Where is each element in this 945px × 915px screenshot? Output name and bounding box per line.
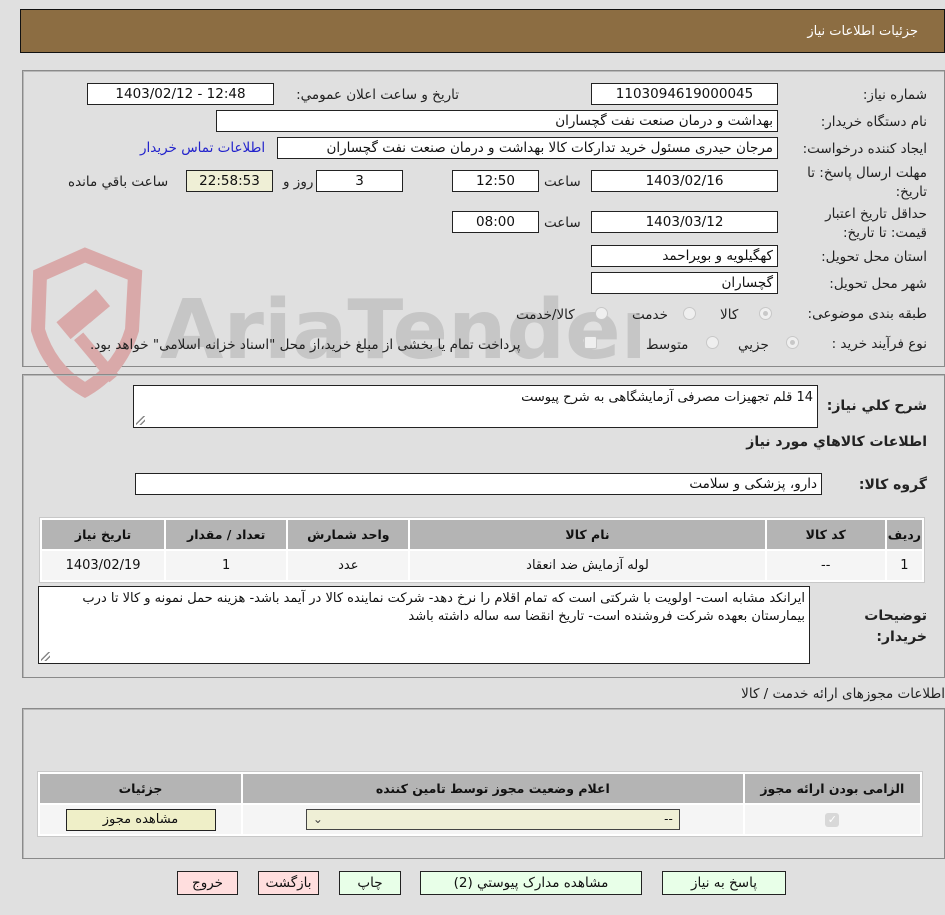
col-unit: واحد شمارش [288, 520, 409, 549]
validity-label: حداقل تاریخ اعتبار قیمت: تا تاریخ: [825, 206, 927, 241]
permits-table: الزامی بودن ارائه مجوز اعلام وضعیت مجوز … [37, 771, 923, 837]
buyer-notes-text: ایرانکد مشابه است- اولویت با شرکتی است ک… [82, 591, 805, 624]
permit-status-value: -- [664, 812, 673, 826]
cell-quantity: 1 [166, 551, 287, 580]
category-goods-label: کالا [720, 307, 739, 323]
province-field: کهگیلویه و بویراحمد [591, 245, 778, 267]
col-code: کد کالا [766, 520, 885, 549]
back-button[interactable]: بازگشت [258, 871, 319, 895]
announce-field: 1403/02/12 - 12:48 [87, 83, 274, 105]
cell-row: 1 [886, 551, 922, 580]
reply-button[interactable]: پاسخ به نیاز [662, 871, 786, 895]
process-radio-minor[interactable] [786, 336, 799, 349]
category-service-label: خدمت [632, 307, 668, 323]
deadline-time-field: 12:50 [452, 170, 539, 192]
province-label: استان محل تحویل: [821, 249, 927, 265]
permit-status-select[interactable]: ⌄ -- [305, 809, 680, 830]
deadline-label: مهلت ارسال پاسخ: تا تاریخ: [807, 165, 927, 200]
need-number-field: 1103094619000045 [591, 83, 778, 105]
chevron-down-icon: ⌄ [312, 812, 323, 826]
permit-details-cell: مشاهده مجوز [40, 805, 242, 834]
goods-info-title: اطلاعات کالاهاي مورد نیاز [746, 434, 927, 450]
col-name: نام کالا [410, 520, 765, 549]
col-quantity: تعداد / مقدار [166, 520, 287, 549]
view-permit-button[interactable]: مشاهده مجوز [65, 808, 216, 831]
category-label: طبقه بندی موضوعی: [807, 306, 927, 322]
permit-row: ✓ ⌄ -- مشاهده مجوز [40, 805, 920, 834]
need-number-label: شماره نیاز: [862, 87, 927, 103]
buyer-notes-textarea[interactable]: ایرانکد مشابه است- اولویت با شرکتی است ک… [38, 586, 810, 664]
validity-date-field: 1403/03/12 [591, 211, 778, 233]
table-row: 1 -- لوله آزمایش ضد انعقاد عدد 1 1403/02… [42, 551, 922, 580]
goods-table: ردیف کد کالا نام کالا واحد شمارش تعداد /… [39, 517, 925, 583]
process-minor-label: جزيي [738, 337, 769, 353]
time-remaining-field: 22:58:53 [186, 170, 273, 192]
col-permit-required: الزامی بودن ارائه مجوز [744, 774, 920, 803]
deadline-time-label: ساعت [544, 174, 581, 190]
col-permit-details: جزئیات [40, 774, 242, 803]
days-label: روز و [283, 174, 314, 190]
buyer-notes-label: توضیحات خریدار: [864, 608, 927, 645]
validity-time-field: 08:00 [452, 211, 539, 233]
goods-group-label: گروه کالا: [858, 477, 927, 493]
treasury-checkbox[interactable] [584, 336, 597, 349]
col-permit-status: اعلام وضعیت مجوز توسط تامین کننده [243, 774, 743, 803]
requester-label: ایجاد کننده درخواست: [802, 141, 927, 157]
buyer-org-label: نام دستگاه خریدار: [820, 114, 927, 130]
category-radio-service[interactable] [683, 307, 696, 320]
buyer-contact-link[interactable]: اطلاعات تماس خریدار [140, 140, 265, 156]
print-button[interactable]: چاپ [339, 871, 401, 895]
permit-required-cell: ✓ [744, 805, 920, 834]
process-label: نوع فرآیند خرید : [831, 336, 927, 352]
permits-title: اطلاعات مجوزهای ارائه خدمت / کالا [741, 686, 945, 702]
goods-group-field: دارو، پزشکی و سلامت [135, 473, 822, 495]
col-row: ردیف [886, 520, 922, 549]
summary-textarea[interactable]: 14 قلم تجهیزات مصرفی آزمایشگاهی به شرح پ… [133, 385, 818, 428]
cell-date: 1403/02/19 [42, 551, 165, 580]
category-radio-goods-service[interactable] [595, 307, 608, 320]
cell-name: لوله آزمایش ضد انعقاد [410, 551, 765, 580]
page-title: جزئیات اطلاعات نیاز [807, 24, 918, 39]
deadline-date-field: 1403/02/16 [591, 170, 778, 192]
process-radio-medium[interactable] [706, 336, 719, 349]
time-remaining-label: ساعت باقي مانده [68, 174, 169, 190]
col-date: تاریخ نیاز [42, 520, 165, 549]
validity-time-label: ساعت [544, 215, 581, 231]
summary-label: شرح کلي نیاز: [826, 398, 927, 414]
category-goods-service-label: کالا/خدمت [516, 307, 575, 323]
days-remaining-field: 3 [316, 170, 403, 192]
buyer-org-field: بهداشت و درمان صنعت نفت گچساران [216, 110, 778, 132]
resize-grip-icon[interactable] [136, 416, 145, 425]
cell-unit: عدد [288, 551, 409, 580]
goods-table-header: ردیف کد کالا نام کالا واحد شمارش تعداد /… [42, 520, 922, 549]
view-attachments-button[interactable]: مشاهده مدارک پیوستي (2) [420, 871, 642, 895]
permit-status-cell: ⌄ -- [243, 805, 743, 834]
resize-grip-icon[interactable] [41, 652, 50, 661]
category-radio-goods[interactable] [759, 307, 772, 320]
exit-button[interactable]: خروج [177, 871, 238, 895]
city-field: گچساران [591, 272, 778, 294]
announce-label: تاريخ و ساعت اعلان عمومي: [296, 87, 459, 103]
summary-text: 14 قلم تجهیزات مصرفی آزمایشگاهی به شرح پ… [521, 390, 813, 405]
requester-field: مرجان حیدری مسئول خرید تدارکات کالا بهدا… [277, 137, 778, 159]
treasury-label: پرداخت تمام یا بخشی از مبلغ خرید،از محل … [90, 337, 521, 353]
cell-code: -- [766, 551, 885, 580]
city-label: شهر محل تحویل: [829, 276, 927, 292]
process-medium-label: متوسط [646, 337, 689, 353]
permits-table-header: الزامی بودن ارائه مجوز اعلام وضعیت مجوز … [40, 774, 920, 803]
page-header: جزئیات اطلاعات نیاز [20, 9, 945, 53]
permit-required-checkbox[interactable]: ✓ [825, 813, 840, 827]
